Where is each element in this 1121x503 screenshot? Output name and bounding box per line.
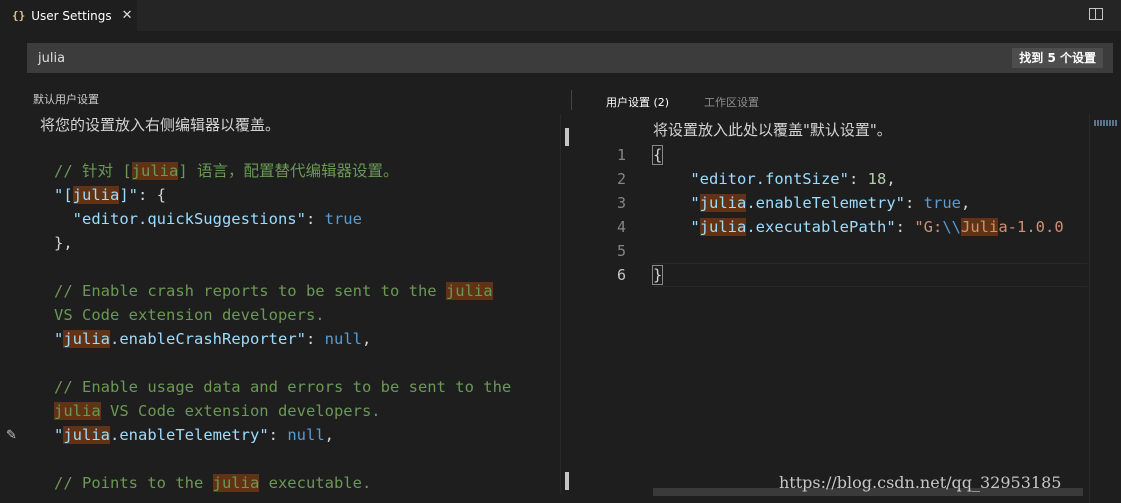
code-token: // Enable crash reports to be sent to th… bbox=[54, 282, 446, 300]
code-token: "editor.quickSuggestions" bbox=[54, 210, 306, 228]
left-scrollbar[interactable] bbox=[560, 114, 571, 494]
line-number: 3 bbox=[616, 194, 626, 212]
code-token: , bbox=[960, 194, 971, 212]
line-number: 2 bbox=[616, 170, 626, 188]
current-line-highlight bbox=[653, 263, 1087, 287]
code-token: a-1.0.0 bbox=[998, 218, 1064, 236]
tab-user-settings[interactable]: {} User Settings ✕ bbox=[0, 0, 137, 31]
code-token: .executablePath" bbox=[746, 218, 896, 236]
code-token: julia bbox=[699, 218, 747, 236]
default-settings-hint: 将您的设置放入右侧编辑器以覆盖。 bbox=[40, 116, 281, 134]
code-token: julia bbox=[212, 474, 260, 492]
tab-workspace-settings[interactable]: 工作区设置 bbox=[704, 94, 759, 110]
code-token: // 针对 [ bbox=[54, 162, 132, 180]
code-token: \\ bbox=[942, 218, 961, 236]
code-line[interactable]: "julia.enableCrashReporter": null, bbox=[54, 327, 371, 351]
code-token: ]" bbox=[119, 186, 139, 204]
code-token: "[ bbox=[54, 186, 73, 204]
code-line[interactable]: } bbox=[651, 263, 664, 287]
code-line[interactable]: "julia.executablePath": "G:\\Julia-1.0.0 bbox=[653, 215, 1064, 239]
tab-user-settings-pane[interactable]: 用户设置 (2) bbox=[606, 94, 669, 110]
code-token: { bbox=[651, 145, 664, 165]
code-line[interactable]: "editor.fontSize": 18, bbox=[653, 167, 896, 191]
code-line[interactable]: }, bbox=[54, 231, 73, 255]
code-line[interactable]: "[julia]": { bbox=[54, 183, 166, 207]
code-line[interactable]: { bbox=[651, 143, 664, 167]
line-number: 5 bbox=[616, 242, 626, 260]
code-token: executable. bbox=[259, 474, 372, 492]
code-token: : bbox=[848, 170, 868, 188]
code-token: } bbox=[651, 265, 664, 285]
code-token: " bbox=[653, 218, 700, 236]
code-token: null bbox=[287, 426, 325, 444]
code-token: julia bbox=[54, 402, 101, 420]
code-line[interactable]: // Enable usage data and errors to be se… bbox=[54, 375, 511, 399]
code-token: julia bbox=[72, 186, 120, 204]
code-token: julia bbox=[63, 426, 111, 444]
search-result-count: 找到 5 个设置 bbox=[1012, 48, 1103, 68]
code-token: : { bbox=[138, 186, 167, 204]
code-line[interactable]: "editor.quickSuggestions": true bbox=[54, 207, 362, 231]
code-token: true bbox=[923, 194, 961, 212]
user-settings-hint: 将设置放入此处以覆盖"默认设置"。 bbox=[653, 121, 892, 139]
code-token: , bbox=[361, 330, 372, 348]
code-line[interactable]: // 针对 [julia] 语言，配置替代编辑器设置。 bbox=[54, 159, 399, 183]
code-token: VS Code extension developers. bbox=[54, 306, 325, 324]
code-token: 18 bbox=[867, 170, 887, 188]
tab-bar: {} User Settings ✕ bbox=[0, 0, 1121, 31]
code-token: null bbox=[324, 330, 362, 348]
default-settings-title: 默认用户设置 bbox=[33, 93, 99, 106]
code-token: "G: bbox=[914, 218, 943, 236]
edit-pencil-icon[interactable]: ✎ bbox=[6, 428, 17, 443]
code-line[interactable]: "julia.enableTelemetry": true, bbox=[653, 191, 970, 215]
search-input[interactable]: julia 找到 5 个设置 bbox=[27, 43, 1113, 73]
code-token: // Points to the bbox=[54, 474, 213, 492]
watermark: https://blog.csdn.net/qq_32953185 bbox=[779, 473, 1062, 492]
code-token: .enableTelemetry" bbox=[746, 194, 905, 212]
code-token: : bbox=[904, 194, 924, 212]
code-token: .enableTelemetry" bbox=[110, 426, 269, 444]
code-token: " bbox=[54, 426, 64, 444]
code-token: Juli bbox=[961, 218, 999, 236]
code-line[interactable]: VS Code extension developers. bbox=[54, 303, 325, 327]
code-line[interactable]: julia VS Code extension developers. bbox=[54, 399, 381, 423]
code-token: " bbox=[54, 330, 64, 348]
pane-divider bbox=[571, 90, 572, 110]
code-token: , bbox=[886, 170, 896, 188]
code-line[interactable]: // Points to the julia executable. bbox=[54, 471, 371, 495]
tab-title: User Settings bbox=[31, 8, 112, 23]
line-number: 6 bbox=[616, 266, 626, 284]
code-token: // Enable usage data and errors to be se… bbox=[54, 378, 512, 396]
line-number: 1 bbox=[616, 146, 626, 164]
code-token: }, bbox=[54, 234, 73, 252]
search-value[interactable]: julia bbox=[38, 51, 65, 66]
code-line[interactable]: "julia.enableTelemetry": null, bbox=[54, 423, 334, 447]
split-editor-icon[interactable] bbox=[1089, 8, 1103, 20]
code-token: : bbox=[268, 426, 288, 444]
code-token: , bbox=[324, 426, 334, 444]
code-token: julia bbox=[445, 282, 493, 300]
code-token: VS Code extension developers. bbox=[100, 402, 381, 420]
json-file-icon: {} bbox=[12, 9, 26, 22]
minimap[interactable] bbox=[1094, 120, 1118, 126]
code-token: ] 语言，配置替代编辑器设置。 bbox=[178, 162, 399, 180]
code-token: julia bbox=[63, 330, 111, 348]
right-scrollbar[interactable] bbox=[1089, 114, 1121, 503]
code-token: true bbox=[324, 210, 362, 228]
code-token: : bbox=[895, 218, 915, 236]
code-line[interactable]: // Enable crash reports to be sent to th… bbox=[54, 279, 493, 303]
code-token: "editor.fontSize" bbox=[653, 170, 849, 188]
code-token: .enableCrashReporter" bbox=[110, 330, 306, 348]
close-icon[interactable]: ✕ bbox=[122, 8, 133, 23]
code-token: : bbox=[305, 330, 325, 348]
code-token: julia bbox=[131, 162, 179, 180]
code-token: julia bbox=[699, 194, 747, 212]
code-token: : bbox=[305, 210, 325, 228]
code-token: " bbox=[653, 194, 700, 212]
line-number: 4 bbox=[616, 218, 626, 236]
